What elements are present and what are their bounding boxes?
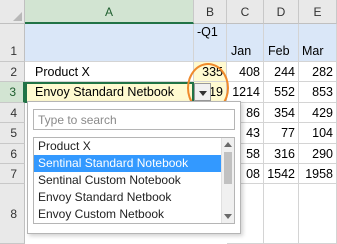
- cell-c1[interactable]: Jan: [227, 24, 264, 62]
- column-header-b[interactable]: B: [194, 0, 227, 24]
- dropdown-panel: Product X Sentinal Standard Notebook Sen…: [27, 101, 241, 234]
- scroll-down-arrow-icon[interactable]: [224, 214, 232, 219]
- cell-d1[interactable]: Feb: [264, 24, 299, 62]
- cell-d6[interactable]: 316: [264, 144, 299, 164]
- cell-e7[interactable]: 1958: [299, 164, 337, 184]
- cell-e4[interactable]: 429: [299, 103, 337, 123]
- row-header-7[interactable]: 7: [0, 164, 25, 184]
- row-header-6[interactable]: 6: [0, 144, 25, 164]
- dropdown-item[interactable]: Envoy Custom Netbook: [34, 206, 234, 223]
- cell-e2[interactable]: 282: [299, 62, 337, 82]
- dropdown-item-selected[interactable]: Sentinal Standard Notebook: [34, 155, 234, 172]
- cell-d3[interactable]: 552: [264, 82, 299, 103]
- cell-c2[interactable]: 408: [227, 62, 264, 82]
- dropdown-search-input[interactable]: [33, 109, 235, 130]
- row-header-2[interactable]: 2: [0, 62, 25, 82]
- column-header-d[interactable]: D: [264, 0, 299, 24]
- cell-e1[interactable]: Mar: [299, 24, 337, 62]
- cell-b1[interactable]: -Q1: [194, 24, 227, 62]
- cell-a3[interactable]: Envoy Standard Netbook: [25, 82, 194, 103]
- cell-e8[interactable]: [299, 184, 337, 244]
- dropdown-list[interactable]: Product X Sentinal Standard Notebook Sen…: [33, 137, 235, 224]
- row-header-8[interactable]: 8: [0, 184, 25, 244]
- select-all-corner[interactable]: [0, 0, 25, 24]
- cell-d7[interactable]: 1542: [264, 164, 299, 184]
- cell-b2[interactable]: 335: [194, 62, 227, 82]
- cell-a2[interactable]: Product X: [25, 62, 194, 82]
- row-header-4[interactable]: 4: [0, 103, 25, 123]
- cell-d2[interactable]: 244: [264, 62, 299, 82]
- column-header-a[interactable]: A: [25, 0, 194, 24]
- scroll-up-arrow-icon[interactable]: [224, 142, 232, 147]
- cell-a1[interactable]: [25, 24, 194, 62]
- dropdown-item[interactable]: Sentinal Custom Notebook: [34, 172, 234, 189]
- cell-d8[interactable]: [264, 184, 299, 244]
- cell-e6[interactable]: 290: [299, 144, 337, 164]
- column-header-e[interactable]: E: [299, 0, 337, 24]
- row-header-3[interactable]: 3: [0, 82, 25, 103]
- cell-e5[interactable]: 104: [299, 123, 337, 144]
- column-header-c[interactable]: C: [227, 0, 264, 24]
- dropdown-item[interactable]: Envoy Standard Netbook: [34, 189, 234, 206]
- cell-c3[interactable]: 1214: [227, 82, 264, 103]
- row-header-5[interactable]: 5: [0, 123, 25, 144]
- cell-d4[interactable]: 354: [264, 103, 299, 123]
- dropdown-item[interactable]: Product X: [34, 138, 234, 155]
- scroll-thumb[interactable]: [224, 152, 232, 184]
- cell-e3[interactable]: 853: [299, 82, 337, 103]
- dropdown-scrollbar[interactable]: [221, 138, 234, 223]
- cell-dropdown-button[interactable]: [194, 83, 211, 101]
- row-header-1[interactable]: 1: [0, 24, 25, 62]
- cell-d5[interactable]: 77: [264, 123, 299, 144]
